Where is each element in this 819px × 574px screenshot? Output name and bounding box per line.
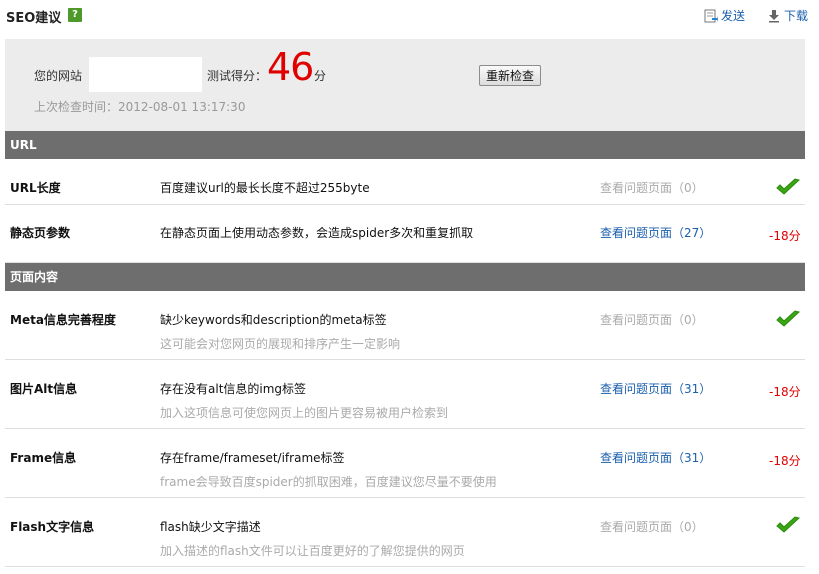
download-label: 下载 [784,9,809,23]
check-sub-desc: 加入描述的flash文件可以让百度更好的了解您提供的网页 [160,544,465,558]
check-name: Meta信息完善程度 [10,313,116,327]
summary-panel: 您的网站 测试得分： 46 分 重新检查 上次检查时间：2012-08-01 1… [5,39,805,131]
check-desc: flash缺少文字描述 [160,520,261,534]
check-name: URL长度 [10,181,61,195]
recheck-button[interactable]: 重新检查 [479,65,541,86]
download-button[interactable]: 下载 [767,7,808,24]
last-check-time: 上次检查时间：2012-08-01 13:17:30 [34,100,246,114]
check-sub-desc: 加入这项信息可使您网页上的图片更容易被用户检索到 [160,406,449,420]
view-problem-pages-link[interactable]: 查看问题页面（31） [600,380,711,397]
check-row: Flash文字信息 flash缺少文字描述 加入描述的flash文件可以让百度更… [5,498,805,567]
page-title: SEO建议 [6,11,62,26]
check-sub-desc: frame会导致百度spider的抓取困难，百度建议您尽量不要使用 [160,475,497,489]
pass-check-icon [776,310,801,327]
score-label: 测试得分： [207,69,268,83]
check-desc: 存在没有alt信息的img标签 [160,382,307,396]
send-label: 发送 [721,9,746,23]
penalty-score: -18分 [769,385,801,399]
view-problem-pages-link[interactable]: 查看问题页面（0） [600,179,704,196]
check-sub-desc: 这可能会对您网页的展现和排序产生一定影响 [160,337,401,351]
check-name: 静态页参数 [10,226,71,240]
top-bar: SEO建议 ? 发送 下载 [0,0,819,32]
penalty-score: -18分 [769,454,801,468]
check-row: Meta信息完善程度 缺少keywords和description的meta标签… [5,291,805,360]
check-desc: 在静态页面上使用动态参数，会造成spider多次和重复抓取 [160,226,474,240]
section-header-url: URL [5,131,805,159]
check-desc: 存在frame/frameset/iframe标签 [160,451,345,465]
check-row: 图片Alt信息 存在没有alt信息的img标签 加入这项信息可使您网页上的图片更… [5,360,805,429]
help-icon[interactable]: ? [68,8,82,22]
score-unit: 分 [314,69,327,83]
site-label: 您的网站 [34,69,83,83]
check-desc: 缺少keywords和description的meta标签 [160,313,387,327]
check-desc: 百度建议url的最长长度不超过255byte [160,181,370,195]
penalty-score: -18分 [769,229,801,243]
check-name: 图片Alt信息 [10,382,78,396]
check-row: URL长度 百度建议url的最长长度不超过255byte 查看问题页面（0） [5,159,805,205]
send-button[interactable]: 发送 [704,7,745,24]
check-row: 静态页参数 在静态页面上使用动态参数，会造成spider多次和重复抓取 查看问题… [5,205,805,263]
view-problem-pages-link[interactable]: 查看问题页面（31） [600,449,711,466]
view-problem-pages-link[interactable]: 查看问题页面（27） [600,224,711,241]
pass-check-icon [776,516,801,533]
score-value: 46 [267,45,314,89]
download-icon [769,9,779,22]
pass-check-icon [776,178,801,195]
send-icon [704,9,718,22]
site-input[interactable] [89,57,202,92]
check-row: Frame信息 存在frame/frameset/iframe标签 frame会… [5,429,805,498]
view-problem-pages-link[interactable]: 查看问题页面（0） [600,518,704,535]
check-name: Frame信息 [10,451,77,465]
view-problem-pages-link[interactable]: 查看问题页面（0） [600,311,704,328]
section-header-page-content: 页面内容 [5,263,805,291]
check-name: Flash文字信息 [10,520,95,534]
